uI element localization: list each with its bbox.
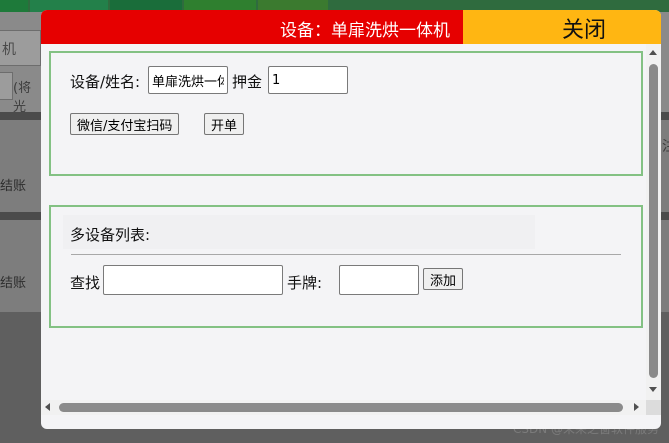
multi-device-title: 多设备列表:: [70, 226, 151, 244]
vertical-scroll-thumb[interactable]: [649, 64, 658, 378]
deposit-input[interactable]: [268, 66, 348, 94]
multi-device-section: 多设备列表: 查找 手牌: 添加: [49, 205, 643, 328]
tag-label: 手牌:: [287, 274, 323, 292]
scan-pay-button[interactable]: 微信/支付宝扫码: [70, 113, 180, 135]
dialog-title: 设备：单扉洗烘一体机: [280, 21, 450, 41]
background-row-label: 结账: [0, 276, 27, 291]
background-right-fragment: 注: [662, 136, 669, 156]
dialog-title-bar: 设备：单扉洗烘一体机: [41, 10, 463, 44]
scrollbar-corner: [646, 400, 661, 415]
horizontal-scroll-thumb[interactable]: [59, 403, 623, 412]
search-input[interactable]: [103, 265, 283, 295]
scroll-right-icon[interactable]: [634, 403, 639, 411]
order-section: 设备/姓名: 押金 微信/支付宝扫码 开单: [49, 51, 643, 176]
scroll-left-icon[interactable]: [45, 403, 50, 411]
deposit-label: 押金: [232, 73, 263, 91]
section-divider: [71, 254, 621, 255]
scroll-up-icon[interactable]: [649, 50, 657, 55]
horizontal-scrollbar[interactable]: [41, 400, 646, 415]
dialog-header: 设备：单扉洗烘一体机 关闭: [41, 10, 661, 44]
close-button-label: 关闭: [562, 17, 607, 42]
tag-input[interactable]: [339, 265, 419, 295]
device-name-input[interactable]: [148, 66, 228, 94]
device-dialog: 设备：单扉洗烘一体机 关闭 设备/姓名: 押金 微信/支付宝扫码 开单 多设备列…: [41, 10, 661, 429]
background-note: (将光: [0, 72, 40, 115]
open-order-button[interactable]: 开单: [204, 113, 245, 135]
background-input: 机: [0, 30, 41, 66]
add-button[interactable]: 添加: [423, 268, 464, 290]
search-label: 查找: [70, 274, 101, 292]
vertical-scrollbar[interactable]: [646, 44, 661, 400]
scroll-down-icon[interactable]: [649, 387, 657, 392]
device-name-label: 设备/姓名:: [70, 73, 141, 91]
background-row-label: 结账: [0, 179, 27, 194]
close-button[interactable]: 关闭: [463, 10, 661, 44]
